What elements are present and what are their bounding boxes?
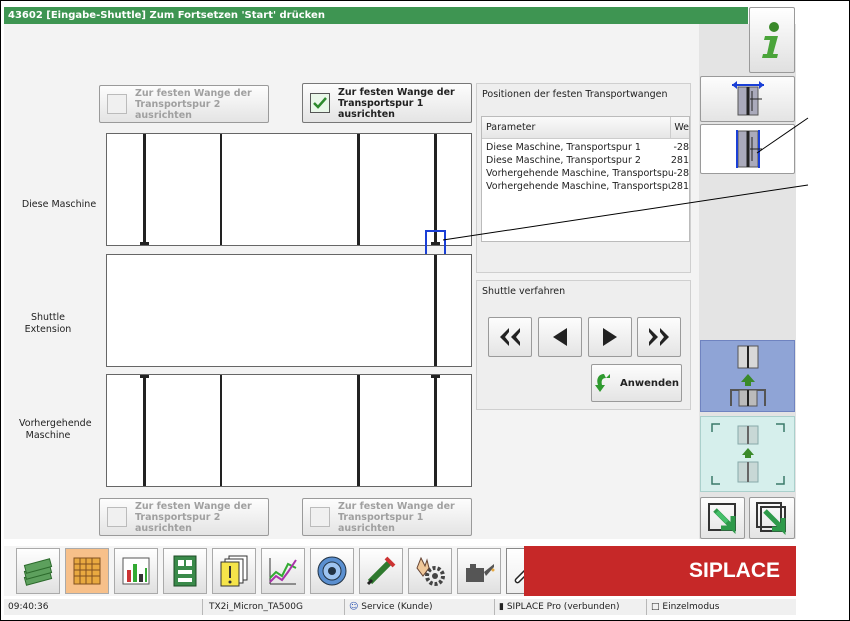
exit-all-arrow-icon: [756, 502, 786, 535]
rail: [220, 375, 222, 486]
move-left-button[interactable]: [538, 317, 582, 357]
statistics-button[interactable]: [114, 548, 158, 594]
window-title: 43602 [Eingabe-Shuttle] Zum Fortsetzen '…: [4, 7, 748, 24]
table-header: Parameter We: [482, 117, 689, 139]
user-icon: ☺: [349, 602, 359, 612]
shuttle-panel-title: Shuttle verfahren: [482, 286, 566, 297]
align-spur2-top-button[interactable]: Zur festen Wange der Transportspur 2 aus…: [99, 85, 269, 123]
rail: [434, 375, 437, 486]
rail: [434, 134, 437, 245]
shuttle-to-machine-button[interactable]: [700, 340, 795, 412]
grid-icon: [73, 557, 101, 585]
status-bar: 09:40:36 TX2i_Micron_TA500G ☺ Service (K…: [4, 599, 796, 615]
column-header-value[interactable]: We: [671, 117, 689, 138]
shuttle-center-button[interactable]: [700, 416, 795, 492]
camera-icon: [317, 556, 347, 586]
bar-chart-icon: [122, 557, 150, 585]
checkbox-unchecked-icon: [107, 94, 127, 114]
rail: [357, 134, 360, 245]
exit-all-button[interactable]: [749, 497, 795, 539]
mode-icon: □: [651, 602, 660, 612]
gear-hand-button[interactable]: [408, 548, 452, 594]
align-spur2-bottom-button[interactable]: Zur festen Wange der Transportspur 2 aus…: [99, 498, 269, 536]
info-button[interactable]: [749, 7, 795, 73]
table-row[interactable]: Vorhergehende Maschine, Transportspur 1-…: [482, 167, 689, 180]
rail-foot: [140, 375, 149, 378]
track-previous: [106, 374, 472, 487]
checkmark-icon: [310, 93, 330, 113]
documents-button[interactable]: [212, 548, 256, 594]
status-time: 09:40:36: [8, 602, 49, 612]
money-stack-icon: [23, 558, 53, 586]
nozzle-icon: [366, 556, 396, 586]
brand-logo: SIPLACE: [524, 546, 796, 596]
double-arrow-left-icon: [500, 328, 520, 346]
oil-can-icon: [466, 564, 495, 582]
arrow-right-icon: [603, 328, 617, 346]
documents-icon: [220, 555, 248, 587]
positions-panel: Positionen der festen Transportwangen Pa…: [476, 83, 691, 326]
status-connection: ▮ SIPLACE Pro (verbunden): [494, 599, 646, 615]
info-icon: [762, 22, 779, 58]
adjust-width-button[interactable]: [700, 76, 795, 122]
move-right-button[interactable]: [588, 317, 632, 357]
align-spur1-top-button[interactable]: Zur festen Wange der Transportspur 1 aus…: [302, 83, 472, 123]
track-height-icon: [735, 130, 762, 168]
shuttle-transfer-icon: [729, 345, 766, 407]
table-row[interactable]: Diese Maschine, Transportspur 2 281: [482, 154, 689, 167]
exit-arrow-icon: [707, 503, 736, 534]
bottom-toolbar: SIPLACE: [4, 546, 796, 596]
double-arrow-right-icon: [649, 328, 669, 346]
feeder-icon: [173, 555, 197, 587]
nozzle-button[interactable]: [359, 548, 403, 594]
rail-foot: [140, 242, 149, 245]
track-width-icon: [731, 81, 764, 116]
rail: [434, 255, 437, 366]
section-label-this-machine: Diese Maschine: [21, 199, 97, 210]
connection-icon: ▮: [499, 602, 504, 612]
refresh-arrow-icon: [594, 374, 610, 392]
gear-hand-icon: [416, 556, 445, 586]
rail: [143, 134, 146, 245]
main-area: Zur festen Wange der Transportspur 2 aus…: [4, 24, 748, 539]
table-row[interactable]: Vorhergehende Maschine, Transportspur 22…: [482, 180, 689, 193]
line-chart-button[interactable]: [261, 548, 305, 594]
positions-table: Parameter We Diese Maschine, Transportsp…: [481, 116, 690, 242]
section-label-previous: Vorhergehende Maschine: [19, 418, 92, 441]
section-label-shuttle: Shuttle Extension: [24, 312, 72, 335]
track-shuttle: [106, 254, 472, 367]
exit-button[interactable]: [700, 497, 745, 539]
move-fast-left-button[interactable]: [488, 317, 532, 357]
move-fast-right-button[interactable]: [637, 317, 681, 357]
shuttle-center-icon: [710, 423, 785, 485]
table-row[interactable]: Diese Maschine, Transportspur 1 -28: [482, 141, 689, 154]
align-spur1-bottom-button[interactable]: Zur festen Wange der Transportspur 1 aus…: [302, 498, 472, 536]
oil-can-button[interactable]: [457, 548, 501, 594]
rail: [357, 375, 360, 486]
component-grid-button[interactable]: [65, 548, 109, 594]
arrow-left-icon: [553, 328, 567, 346]
feeder-button[interactable]: [163, 548, 207, 594]
apply-button[interactable]: Anwenden: [591, 364, 682, 402]
money-stack-button[interactable]: [16, 548, 60, 594]
track-this-machine: [106, 133, 472, 267]
camera-button[interactable]: [310, 548, 354, 594]
rail: [220, 134, 222, 245]
status-machine: TX2i_Micron_TA500G: [202, 599, 344, 615]
shuttle-panel: Shuttle verfahren Anwenden: [476, 280, 691, 410]
column-header-parameter[interactable]: Parameter: [482, 117, 672, 138]
adjust-height-button[interactable]: [700, 124, 795, 174]
checkbox-unchecked-icon: [310, 507, 330, 527]
checkbox-unchecked-icon: [107, 507, 127, 527]
status-user: ☺ Service (Kunde): [344, 599, 494, 615]
status-mode: □ Einzelmodus: [646, 599, 796, 615]
rail-foot: [431, 375, 440, 378]
rail: [143, 375, 146, 486]
line-chart-icon: [269, 558, 297, 585]
apply-label: Anwenden: [619, 377, 680, 389]
positions-panel-title: Positionen der festen Transportwangen: [482, 89, 668, 100]
